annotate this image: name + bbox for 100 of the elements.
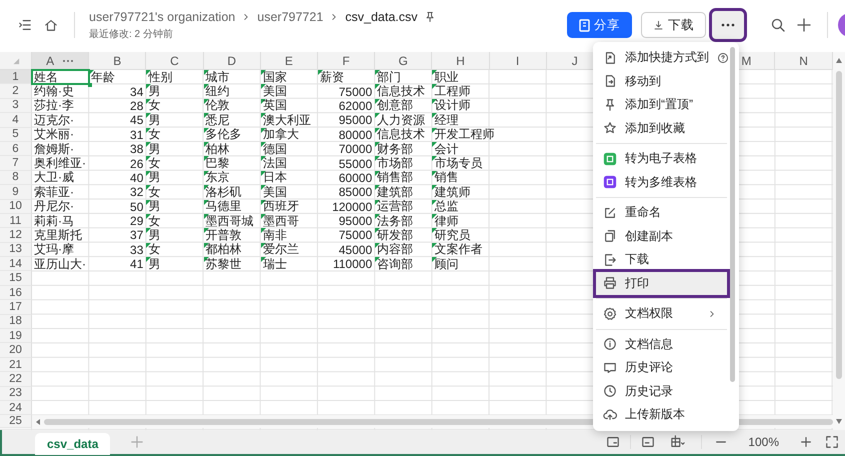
- row-number[interactable]: 5: [12, 128, 19, 140]
- cell-text: 女: [148, 184, 160, 200]
- cell-text: 大卫·威: [34, 169, 74, 186]
- menu-item[interactable]: 添加到“置顶”: [596, 93, 727, 116]
- table-icon: [603, 175, 617, 190]
- menu-scrollbar[interactable]: [730, 47, 735, 382]
- column-header[interactable]: D: [227, 54, 236, 68]
- cell-text: 职业: [434, 68, 458, 86]
- cell-text: 建筑师: [434, 184, 470, 200]
- menu-item[interactable]: 转为多维表格: [596, 170, 727, 194]
- cell-text: 110000: [332, 257, 372, 272]
- up-arrow-icon[interactable]: [836, 58, 842, 63]
- home-icon: [44, 18, 58, 32]
- column-header[interactable]: E: [284, 54, 293, 68]
- cell-text: 洛杉矶: [206, 184, 242, 200]
- column-header[interactable]: J: [572, 54, 578, 68]
- selected-cell[interactable]: 姓名: [32, 70, 90, 84]
- column-header[interactable]: G: [398, 54, 408, 68]
- column-header[interactable]: I: [516, 54, 520, 68]
- cell-text: 加拿大: [262, 126, 299, 144]
- download-button[interactable]: 下载: [641, 12, 706, 38]
- breadcrumb-link[interactable]: csv_data.csv: [345, 10, 418, 24]
- down-arrow-icon[interactable]: [836, 419, 842, 424]
- column-header[interactable]: A: [46, 54, 54, 68]
- cell-text: 奥利维亚·: [34, 155, 86, 171]
- cell-text: 工程师: [434, 83, 470, 99]
- cell-text: 50: [130, 200, 144, 214]
- row-number[interactable]: 1: [12, 70, 19, 83]
- cell-text: 信息技术: [377, 126, 426, 143]
- cell-text: 会计: [434, 140, 458, 157]
- cell-text: 巴黎: [206, 155, 230, 171]
- cell-text: 国家: [262, 68, 287, 84]
- column-header[interactable]: N: [799, 54, 808, 68]
- row-number[interactable]: 9: [12, 186, 19, 198]
- cell-text: 东京: [206, 169, 230, 186]
- breadcrumb-link[interactable]: user797721's organization: [89, 10, 236, 24]
- row-number[interactable]: 4: [12, 114, 19, 126]
- cell-text: 莎拉·李: [34, 97, 74, 114]
- breadcrumb-link[interactable]: user797721: [257, 10, 324, 24]
- column-header[interactable]: M: [741, 54, 752, 68]
- menu-item[interactable]: 历史评论: [596, 356, 727, 380]
- cell-text: 男: [148, 83, 160, 100]
- cell-text: 建筑部: [377, 184, 414, 200]
- copy-icon: [603, 229, 617, 244]
- shortcut-icon: [603, 50, 617, 65]
- cell-text: 年龄: [91, 68, 116, 86]
- comment-icon: [603, 360, 617, 375]
- row-number[interactable]: 2: [12, 85, 19, 98]
- vertical-scrollbar[interactable]: [833, 52, 845, 430]
- menu-item[interactable]: 文档信息: [596, 332, 727, 356]
- export-icon: [603, 252, 617, 267]
- menu-item[interactable]: 历史记录: [596, 380, 727, 403]
- cell-text: 40: [130, 170, 144, 185]
- plus-icon: [799, 435, 813, 449]
- menu-item[interactable]: 移动到: [596, 70, 727, 93]
- row-number[interactable]: 7: [12, 157, 19, 170]
- menu-item[interactable]: 转为电子表格: [596, 147, 727, 170]
- menu-item[interactable]: 创建副本: [596, 224, 727, 248]
- cell-text: 财务部: [377, 140, 414, 157]
- cell-text: 研究员: [434, 227, 470, 242]
- menu-item[interactable]: 重命名: [596, 201, 727, 224]
- expand-icon: [825, 435, 839, 449]
- cell-text: 市场专员: [434, 155, 482, 171]
- cell-text: 詹姆斯·: [34, 140, 74, 157]
- cell-text: 95000: [338, 214, 372, 228]
- cell-text: 创意部: [377, 97, 414, 114]
- sheet-tab[interactable]: csv_data: [35, 433, 110, 455]
- cell-text: 亚历山大·: [34, 256, 86, 273]
- cell-text: 60000: [338, 170, 372, 185]
- cell-text: 45000: [338, 242, 372, 257]
- cell-text: 开发工程师: [434, 126, 494, 143]
- more-icon[interactable]: [62, 58, 74, 62]
- left-arrow-icon[interactable]: [35, 418, 41, 425]
- menu-item[interactable]: 上传新版本: [596, 403, 727, 426]
- cell-text: 内容部: [377, 241, 414, 258]
- column-header[interactable]: F: [342, 54, 350, 68]
- cell-text: 38: [130, 142, 144, 156]
- row-number[interactable]: 6: [12, 142, 19, 155]
- menu-item[interactable]: 下载: [596, 248, 727, 272]
- column-header[interactable]: C: [170, 54, 179, 68]
- cell-text: 总监: [434, 198, 458, 216]
- panel-icon: [606, 435, 620, 449]
- cell-text: 销售: [434, 169, 458, 186]
- cell-text: 墨西哥: [262, 212, 299, 229]
- menu-item[interactable]: 添加快捷方式到: [596, 46, 727, 70]
- menu-item[interactable]: 文档权限: [596, 302, 727, 326]
- more-button[interactable]: [712, 11, 744, 39]
- cell-text: 墨西哥城: [206, 212, 254, 228]
- fill-handle[interactable]: [88, 83, 92, 88]
- cell-text: 法务部: [377, 212, 414, 229]
- row-number[interactable]: 3: [12, 99, 19, 112]
- star-icon: [603, 121, 617, 136]
- share-button[interactable]: 分享: [567, 12, 632, 38]
- column-header[interactable]: B: [113, 54, 122, 68]
- row-number[interactable]: 8: [12, 171, 19, 184]
- search-icon: [770, 17, 786, 33]
- cell-text: 法国: [262, 155, 287, 171]
- menu-item[interactable]: 打印: [596, 272, 727, 295]
- column-header[interactable]: H: [456, 54, 465, 68]
- menu-item[interactable]: 添加到收藏: [596, 116, 727, 140]
